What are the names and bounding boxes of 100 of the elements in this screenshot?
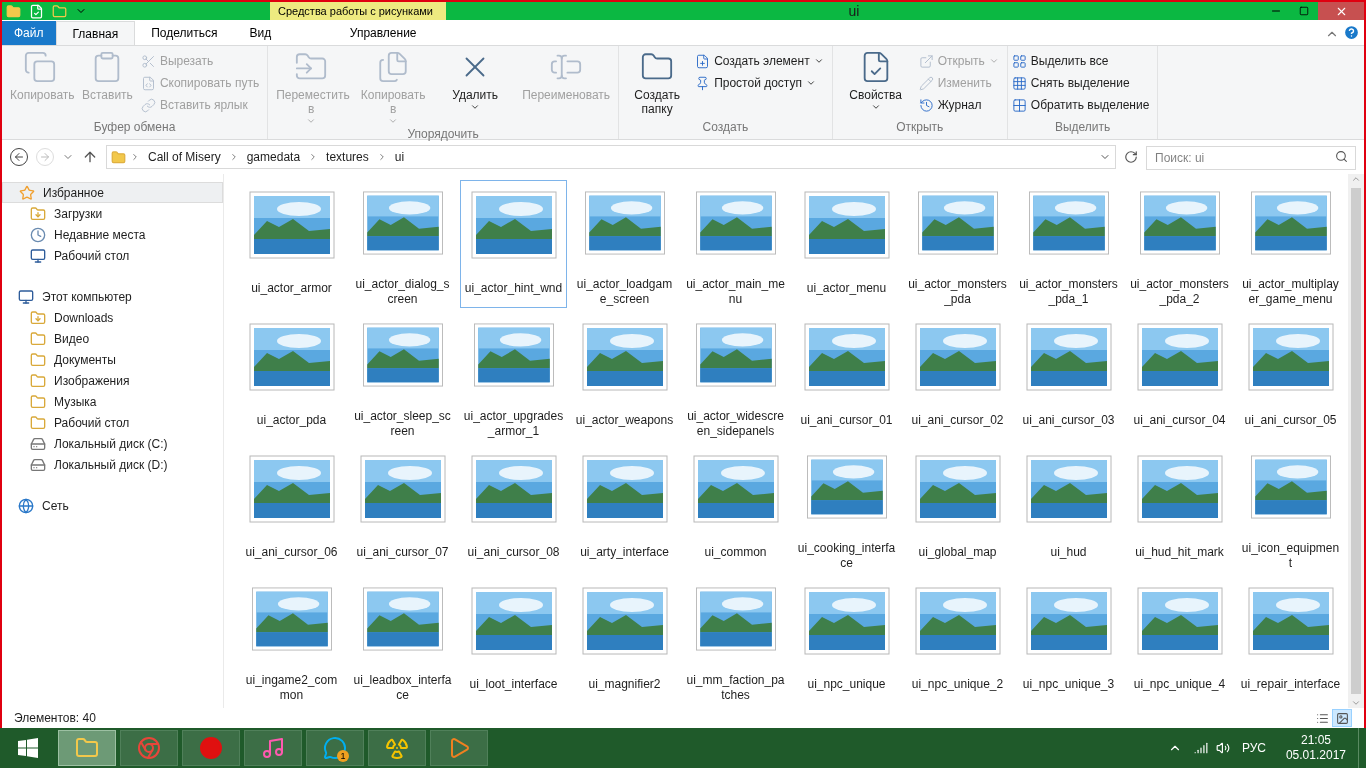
sidebar-item[interactable]: Видео (2, 328, 223, 349)
picture-thumbnail-icon (470, 587, 557, 655)
file-tile[interactable]: ui_npc_unique (793, 576, 900, 704)
file-tile[interactable]: ui_global_map (904, 444, 1011, 572)
file-tile[interactable]: ui_hud (1015, 444, 1122, 572)
sidebar-item[interactable]: Рабочий стол (2, 245, 223, 266)
ribbon-button[interactable]: Создать папку (623, 46, 692, 119)
view-button[interactable] (1332, 709, 1352, 727)
file-tile[interactable]: ui_ani_cursor_04 (1126, 312, 1233, 440)
file-tile[interactable]: ui_actor_main_menu (682, 180, 789, 308)
sidebar-item[interactable]: Документы (2, 349, 223, 370)
file-tile[interactable]: ui_actor_menu (793, 180, 900, 308)
picture-thumbnail-icon (248, 191, 335, 259)
ribbon-button[interactable]: Создать элемент (695, 50, 824, 72)
file-tile[interactable]: ui_actor_pda (238, 312, 345, 440)
file-tile[interactable]: ui_ani_cursor_03 (1015, 312, 1122, 440)
ribbon-tab[interactable]: Файл (2, 21, 56, 45)
sidebar-item[interactable]: Downloads (2, 307, 223, 328)
up-icon[interactable] (82, 149, 98, 165)
ribbon-button[interactable]: Простой доступ (695, 72, 824, 94)
file-tile[interactable]: ui_icon_equipment (1237, 444, 1344, 572)
breadcrumb[interactable]: gamedata (242, 149, 305, 165)
ribbon-button[interactable]: Обратить выделение (1011, 94, 1150, 116)
file-tile[interactable]: ui_ani_cursor_02 (904, 312, 1011, 440)
properties-icon[interactable] (29, 3, 44, 19)
file-tile[interactable]: ui_hud_hit_mark (1126, 444, 1233, 572)
file-tile[interactable]: ui_magnifier2 (571, 576, 678, 704)
file-tile[interactable]: ui_actor_multiplayer_game_menu (1237, 180, 1344, 308)
new-folder-icon[interactable] (52, 3, 67, 19)
folder-icon (30, 414, 46, 431)
file-tile[interactable]: ui_arty_interface (571, 444, 678, 572)
file-tile[interactable]: ui_ani_cursor_08 (460, 444, 567, 572)
sidebar-item[interactable]: Загрузки (2, 203, 223, 224)
ribbon-tab[interactable]: Главная (55, 21, 136, 45)
ribbon-button[interactable]: Журнал (918, 94, 999, 116)
taskbar-button[interactable] (244, 730, 302, 766)
taskbar-button[interactable] (430, 730, 488, 766)
file-tile[interactable]: ui_ani_cursor_01 (793, 312, 900, 440)
taskbar-button[interactable] (368, 730, 426, 766)
refresh-icon[interactable] (1124, 150, 1138, 164)
ribbon-tab[interactable]: Вид (233, 21, 288, 45)
breadcrumb[interactable]: textures (322, 149, 373, 165)
close-button[interactable] (1318, 2, 1364, 20)
breadcrumb[interactable]: ui (390, 149, 409, 165)
sidebar-item[interactable]: Локальный диск (D:) (2, 454, 223, 475)
file-tile[interactable]: ui_actor_widescreen_sidepanels (682, 312, 789, 440)
ribbon-button[interactable]: Снять выделение (1011, 72, 1150, 94)
ribbon-tab[interactable]: Поделиться (135, 21, 234, 45)
drive-icon (30, 456, 46, 473)
sidebar-item[interactable]: Недавние места (2, 224, 223, 245)
sidebar-item[interactable]: Изображения (2, 370, 223, 391)
folder-icon (30, 351, 46, 368)
picture-thumbnail-icon (1025, 587, 1112, 655)
ribbon-group-label: Буфер обмена (92, 119, 177, 136)
file-tile[interactable]: ui_cooking_interface (793, 444, 900, 572)
file-tile[interactable]: ui_npc_unique_3 (1015, 576, 1122, 704)
file-tile[interactable]: ui_actor_dialog_screen (349, 180, 456, 308)
scroll-down-icon[interactable] (1351, 698, 1361, 708)
ribbon-tab[interactable]: Управление (295, 21, 472, 45)
picture-thumbnail-icon (248, 323, 335, 391)
file-tile[interactable]: ui_npc_unique_4 (1126, 576, 1233, 704)
file-tile[interactable]: ui_ingame2_common (238, 576, 345, 704)
file-tile[interactable]: ui_common (682, 444, 789, 572)
file-tile[interactable]: ui_actor_monsters_pda_2 (1126, 180, 1233, 308)
file-tile[interactable]: ui_ani_cursor_07 (349, 444, 456, 572)
ribbon-button[interactable]: Выделить все (1011, 50, 1150, 72)
file-tile[interactable]: ui_mm_faction_patches (682, 576, 789, 704)
file-tile[interactable]: ui_npc_unique_2 (904, 576, 1011, 704)
volume-icon[interactable] (1215, 741, 1230, 755)
breadcrumb[interactable]: Call of Misery (144, 149, 225, 165)
sidebar-item[interactable]: Рабочий стол (2, 412, 223, 433)
scroll-up-icon[interactable] (1351, 174, 1361, 184)
file-tile[interactable]: ui_loot_interface (460, 576, 567, 704)
file-tile[interactable]: ui_actor_sleep_screen (349, 312, 456, 440)
address-bar[interactable]: Call of Misery gamedata textures ui (106, 145, 1116, 169)
file-tile[interactable]: ui_actor_weapons (571, 312, 678, 440)
file-tile[interactable]: ui_actor_upgrades_armor_1 (460, 312, 567, 440)
file-tile[interactable]: ui_leadbox_interface (349, 576, 456, 704)
taskbar-button[interactable]: 1 (306, 730, 364, 766)
file-tile[interactable]: ui_ani_cursor_06 (238, 444, 345, 572)
help-icon[interactable] (1343, 24, 1360, 41)
search-field[interactable]: Поиск: ui (1146, 146, 1356, 170)
sidebar-item[interactable]: Этот компьютер (2, 286, 223, 307)
sidebar-item[interactable]: Сеть (2, 495, 223, 516)
clock[interactable]: 21:05 05.01.2017 (1285, 733, 1346, 763)
file-tile[interactable]: ui_actor_hint_wnd (460, 180, 567, 308)
file-tile[interactable]: ui_actor_armor (238, 180, 345, 308)
sidebar-item[interactable]: Музыка (2, 391, 223, 412)
file-tile[interactable]: ui_actor_loadgame_screen (571, 180, 678, 308)
file-tile[interactable]: ui_ani_cursor_05 (1237, 312, 1344, 440)
sidebar-item[interactable]: Локальный диск (C:) (2, 433, 223, 454)
sidebar-item[interactable]: Избранное (2, 182, 223, 203)
signal-icon[interactable] (1193, 741, 1208, 755)
ribbon-button[interactable]: Удалить (436, 46, 515, 126)
file-tile[interactable]: ui_actor_monsters_pda (904, 180, 1011, 308)
scrollbar[interactable] (1348, 174, 1364, 708)
file-tile[interactable]: ui_actor_monsters_pda_1 (1015, 180, 1122, 308)
file-tile[interactable]: ui_repair_interface (1237, 576, 1344, 704)
language-indicator[interactable]: РУС (1241, 740, 1266, 756)
ribbon-button[interactable]: Свойства (836, 46, 915, 119)
